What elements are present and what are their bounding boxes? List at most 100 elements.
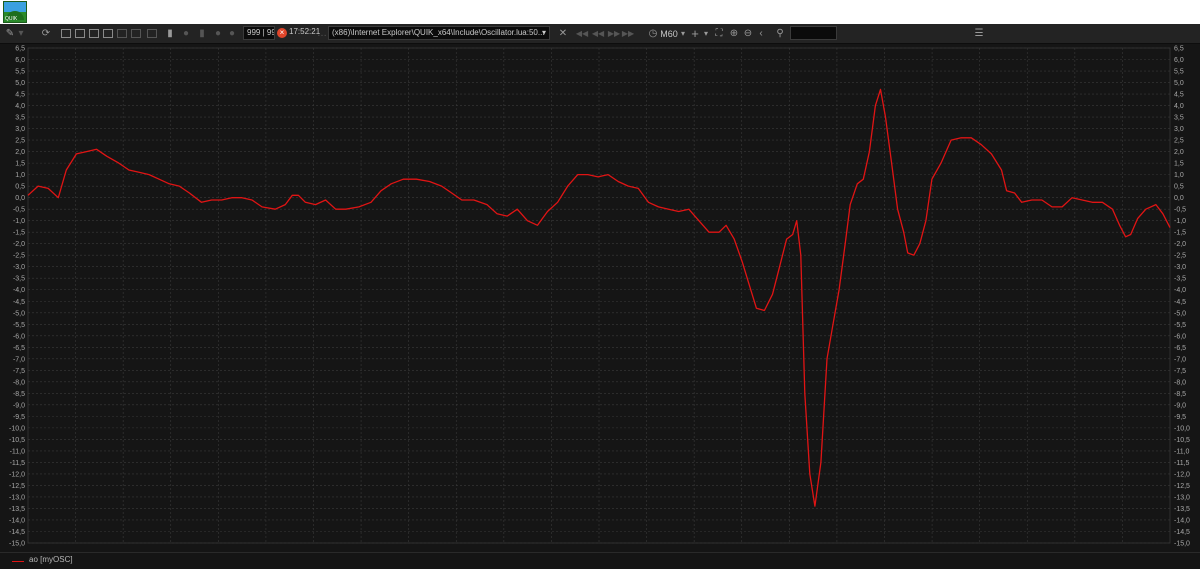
y-tick-label-left: 1,5 bbox=[15, 161, 25, 168]
y-tick-label-left: -4,5 bbox=[13, 299, 25, 306]
script-path-value: (x86)\Internet Explorer\QUIK_x64\Include… bbox=[332, 28, 545, 37]
script-path-select[interactable]: (x86)\Internet Explorer\QUIK_x64\Include… bbox=[328, 26, 550, 40]
y-tick-label-right: -3,5 bbox=[1174, 276, 1186, 283]
y-tick-label-right: -4,5 bbox=[1174, 299, 1186, 306]
y-tick-label-right: -2,5 bbox=[1174, 253, 1186, 260]
zoom-out-icon[interactable]: ⊖ bbox=[742, 26, 754, 41]
y-axis-right: 6,5 6,0 5,5 5,0 4,5 4,0 3,5 3,0 2,5 2,0 1,5 1,0 0,5 0… bbox=[1174, 46, 1190, 548]
copy-icon[interactable] bbox=[116, 26, 128, 41]
y-tick-label-left: -6,5 bbox=[13, 345, 25, 352]
y-tick-label-left: -1,0 bbox=[13, 218, 25, 225]
user-remove-icon[interactable]: ● bbox=[226, 26, 238, 41]
y-tick-label-left: -8,5 bbox=[13, 391, 25, 398]
window-icon[interactable] bbox=[60, 26, 72, 41]
forward-icon[interactable]: ▶▶ bbox=[608, 26, 620, 41]
y-tick-label-left: -9,5 bbox=[13, 414, 25, 421]
more-icon[interactable]: … bbox=[317, 26, 327, 41]
skip-first-icon[interactable]: ◀◀ bbox=[576, 26, 588, 41]
y-tick-label-left: -10,5 bbox=[9, 437, 25, 444]
user-icon[interactable]: ● bbox=[212, 26, 224, 41]
chart-legend: ao [myOSC] bbox=[0, 552, 1200, 569]
y-tick-label-left: -1,5 bbox=[13, 230, 25, 237]
y-tick-label-right: 5,0 bbox=[1174, 80, 1184, 87]
user-add-icon[interactable]: ● bbox=[180, 26, 192, 41]
table-icon[interactable] bbox=[88, 26, 100, 41]
y-tick-label-left: -11,5 bbox=[10, 460, 26, 467]
y-tick-label-left: -2,5 bbox=[13, 253, 25, 260]
y-tick-label-right: -8,0 bbox=[1174, 379, 1186, 386]
list-icon[interactable] bbox=[102, 26, 114, 41]
skip-last-icon[interactable]: ▶▶ bbox=[622, 26, 634, 41]
back-icon[interactable]: ‹ bbox=[756, 26, 766, 41]
y-tick-label-right: -12,0 bbox=[1174, 471, 1190, 478]
y-tick-label-left: -8,0 bbox=[13, 379, 25, 386]
y-tick-label-left: -0,5 bbox=[13, 207, 25, 214]
crosshair-icon[interactable]: + bbox=[689, 26, 701, 41]
zoom-in-icon[interactable]: ⊕ bbox=[728, 26, 740, 41]
y-tick-label-left: -10,0 bbox=[9, 425, 25, 432]
y-tick-label-right: -1,0 bbox=[1174, 218, 1186, 225]
y-tick-label-right: -14,5 bbox=[1174, 529, 1190, 536]
y-tick-label-left: 0,5 bbox=[15, 184, 25, 191]
y-tick-label-right: -7,5 bbox=[1174, 368, 1186, 375]
y-tick-label-left: -13,0 bbox=[9, 494, 25, 501]
lock-icon[interactable]: ▮ bbox=[196, 26, 208, 41]
settings-wrench-icon[interactable]: ✎ bbox=[4, 26, 16, 41]
interval-chevron-down-icon[interactable]: ▾ bbox=[679, 26, 687, 41]
counter-field[interactable]: 999 | 999 bbox=[243, 26, 275, 40]
y-tick-label-left: -11,0 bbox=[10, 448, 26, 455]
y-tick-label-left: 6,0 bbox=[15, 57, 25, 64]
y-tick-label-right: 4,5 bbox=[1174, 92, 1184, 99]
comment-icon[interactable]: ▮ bbox=[164, 26, 176, 41]
y-tick-label-left: -13,5 bbox=[9, 506, 25, 513]
y-tick-label-right: 0,5 bbox=[1174, 184, 1184, 191]
y-tick-label-right: 6,0 bbox=[1174, 57, 1184, 64]
y-tick-label-right: -10,5 bbox=[1174, 437, 1190, 444]
y-tick-label-left: -9,0 bbox=[13, 402, 25, 409]
y-tick-label-left: -7,5 bbox=[13, 368, 25, 375]
search-icon[interactable]: ⚲ bbox=[774, 26, 786, 41]
y-tick-label-left: -14,0 bbox=[9, 517, 25, 524]
dropdown-arrow-icon[interactable]: ▾ bbox=[16, 26, 26, 41]
stop-icon[interactable]: × bbox=[277, 28, 287, 38]
fit-icon[interactable]: ⛶ bbox=[713, 26, 725, 41]
y-tick-label-left: 1,0 bbox=[15, 172, 25, 179]
crosshair-chevron-down-icon[interactable]: ▾ bbox=[702, 26, 710, 41]
interval-clock-icon[interactable]: ◷ bbox=[647, 26, 659, 41]
close-icon[interactable]: ✕ bbox=[557, 26, 569, 41]
y-tick-label-right: 4,0 bbox=[1174, 103, 1184, 110]
y-tick-label-left: 4,0 bbox=[15, 103, 25, 110]
y-tick-label-right: -6,0 bbox=[1174, 333, 1186, 340]
y-tick-label-right: -3,0 bbox=[1174, 264, 1186, 271]
y-tick-label-right: -9,0 bbox=[1174, 402, 1186, 409]
oscillator-chart[interactable]: 6,5 6,0 5,5 5,0 4,5 4,0 3,5 3,0 2,5 2,0 1,5 1,0 0,5 0… bbox=[0, 44, 1200, 552]
y-tick-label-right: -15,0 bbox=[1174, 541, 1190, 548]
rewind-icon[interactable]: ◀◀ bbox=[592, 26, 604, 41]
chart-grid bbox=[27, 47, 1171, 544]
refresh-icon[interactable]: ⟳ bbox=[40, 26, 52, 41]
app-logo-icon: QUIK bbox=[3, 1, 27, 23]
y-tick-label-left: -5,5 bbox=[13, 322, 25, 329]
y-tick-label-left: -12,0 bbox=[9, 471, 25, 478]
y-tick-label-right: -5,5 bbox=[1174, 322, 1186, 329]
search-input[interactable] bbox=[790, 26, 837, 40]
paste-icon[interactable] bbox=[130, 26, 142, 41]
y-tick-label-right: -13,0 bbox=[1174, 494, 1190, 501]
y-tick-label-left: -4,0 bbox=[13, 287, 25, 294]
y-tick-label-right: -6,5 bbox=[1174, 345, 1186, 352]
print-icon[interactable] bbox=[146, 26, 158, 41]
y-tick-label-left: 5,5 bbox=[15, 69, 25, 76]
y-tick-label-left: -12,5 bbox=[9, 483, 25, 490]
y-tick-label-right: -11,0 bbox=[1174, 448, 1190, 455]
y-tick-label-left: -2,0 bbox=[13, 241, 25, 248]
y-axis-left: 6,5 6,0 5,5 5,0 4,5 4,0 3,5 3,0 2,5 2,0 1,5 1,0 0,5 0… bbox=[9, 46, 25, 548]
y-tick-label-right: -11,5 bbox=[1174, 460, 1190, 467]
y-tick-label-right: -0,5 bbox=[1174, 207, 1186, 214]
y-tick-label-right: 6,5 bbox=[1174, 46, 1184, 53]
panel-icon[interactable] bbox=[74, 26, 86, 41]
menu-icon[interactable]: ☰ bbox=[972, 26, 986, 41]
y-tick-label-right: -4,0 bbox=[1174, 287, 1186, 294]
y-tick-label-left: -5,0 bbox=[13, 310, 25, 317]
y-tick-label-right: -5,0 bbox=[1174, 310, 1186, 317]
interval-label[interactable]: M60 bbox=[660, 26, 678, 41]
